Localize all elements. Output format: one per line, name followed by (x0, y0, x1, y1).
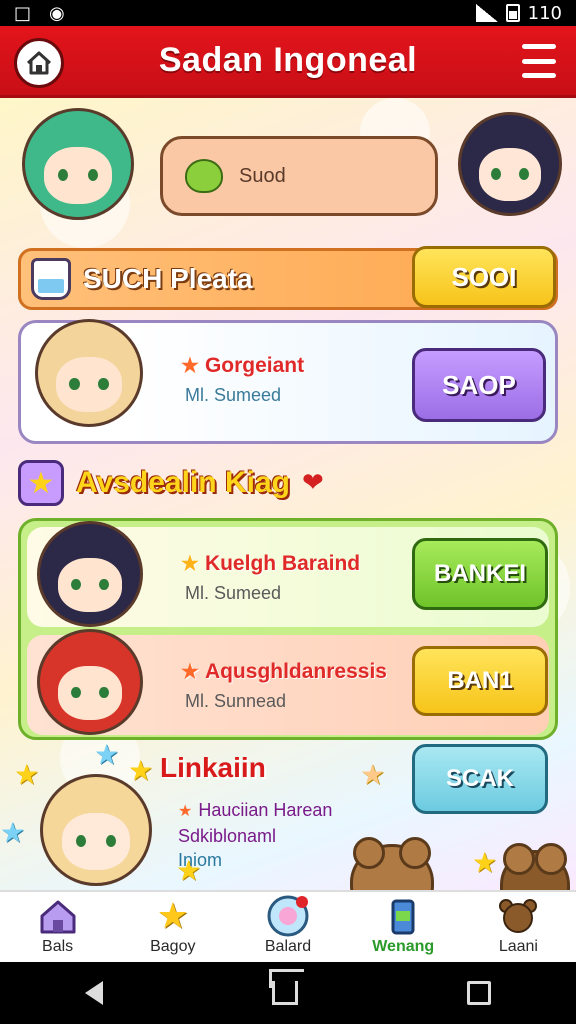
status-bar: □ ◉ 110 (0, 0, 576, 26)
notification-icon: □ (14, 2, 32, 24)
nav-label: Wenang (372, 938, 435, 955)
star-decoration: ★ (0, 816, 26, 849)
bubble-icon (265, 895, 311, 937)
detail-line: Iniom (178, 850, 223, 870)
slime-icon (185, 159, 223, 193)
nav-label: Bals (42, 938, 74, 955)
star-icon: ★ (178, 803, 193, 820)
nav-item-wenang[interactable]: Wenang (346, 892, 461, 962)
drink-icon (380, 896, 426, 936)
category-title: SUCH Pleata (83, 263, 253, 294)
system-nav-bar (0, 962, 576, 1024)
page-title: Sadan Ingoneal (158, 41, 418, 79)
cup-icon (31, 258, 71, 300)
section-header: ★ Avsdealin Kiag ❤ (18, 458, 358, 508)
search-label: Suod (239, 164, 286, 187)
sooi-button[interactable]: SOOI (412, 246, 556, 308)
section-title: Avsdealin Kiag (76, 466, 290, 499)
nav-label: Bagoy (150, 938, 196, 955)
signal-icon (475, 4, 498, 22)
heart-icon: ❤ (301, 468, 324, 498)
nav-label: Laani (498, 938, 538, 955)
system-home-icon[interactable] (271, 981, 298, 1005)
item-name: Gorgeiant (204, 354, 305, 377)
avatar-red-hair (37, 629, 143, 735)
avatar-blonde (35, 319, 143, 427)
main-content: Suod SUCH Pleata SOOI ★ Gorgeiant Ml. Sum… (0, 98, 576, 890)
avatar-dark-hair (458, 112, 562, 216)
item-subtitle: Ml. Sumeed (185, 385, 282, 405)
star-icon: ★ (181, 355, 199, 377)
section-title: Linkaiin (160, 752, 266, 783)
avatar-blonde-girl (40, 774, 152, 886)
detail-line: Sdkiblonaml (178, 826, 277, 846)
battery-level: 110 (527, 2, 562, 24)
star-icon: ★ (181, 661, 199, 683)
star-icon: ★ (156, 895, 189, 937)
scak-button[interactable]: SCAK (412, 744, 548, 814)
ban1-button[interactable]: BAN1 (412, 646, 548, 716)
star-decoration: ★ (472, 846, 498, 879)
search-bar[interactable]: Suod (160, 136, 438, 216)
bankei-button[interactable]: BANKEI (412, 538, 548, 610)
sync-icon: ◉ (49, 2, 65, 24)
app-bar: Sadan Ingoneal (0, 26, 576, 98)
star-icon: ★ (181, 553, 199, 575)
home-icon (26, 51, 52, 75)
nav-item-balard[interactable]: Balard (230, 892, 345, 962)
avatar-dark-hair (37, 521, 143, 627)
star-decoration: ★ (360, 758, 386, 791)
bottom-nav: Bals ★ Bagoy Balard Wenang Laani (0, 890, 576, 962)
nav-label: Balard (264, 938, 312, 955)
back-icon[interactable] (84, 981, 103, 1005)
star-decoration: ★ (94, 738, 120, 771)
bear-decoration (500, 843, 570, 890)
saop-button[interactable]: SAOP (412, 348, 546, 422)
nav-item-bals[interactable]: Bals (0, 892, 115, 962)
star-icon: ★ (18, 460, 64, 506)
menu-icon (522, 44, 556, 49)
recent-apps-icon[interactable] (467, 981, 492, 1005)
item-name: Aqusghldanressis (204, 660, 387, 683)
nav-item-laani[interactable]: Laani (461, 892, 576, 962)
battery-icon (505, 4, 520, 22)
house-icon (35, 896, 81, 936)
bear-decoration (350, 837, 434, 890)
detail-line: Hauciian Harean (198, 800, 333, 820)
nav-item-bagoy[interactable]: ★ Bagoy (115, 892, 230, 962)
item-subtitle: Ml. Sumeed (185, 583, 282, 603)
avatar-green-hair (22, 108, 134, 220)
menu-button[interactable] (522, 44, 556, 78)
star-decoration: ★ (14, 758, 40, 791)
bear-icon (495, 896, 541, 936)
home-button[interactable] (14, 38, 64, 88)
item-name: Kuelgh Baraind (204, 552, 361, 575)
star-decoration: ★ (128, 754, 154, 787)
item-subtitle: Ml. Sunnead (185, 691, 287, 711)
